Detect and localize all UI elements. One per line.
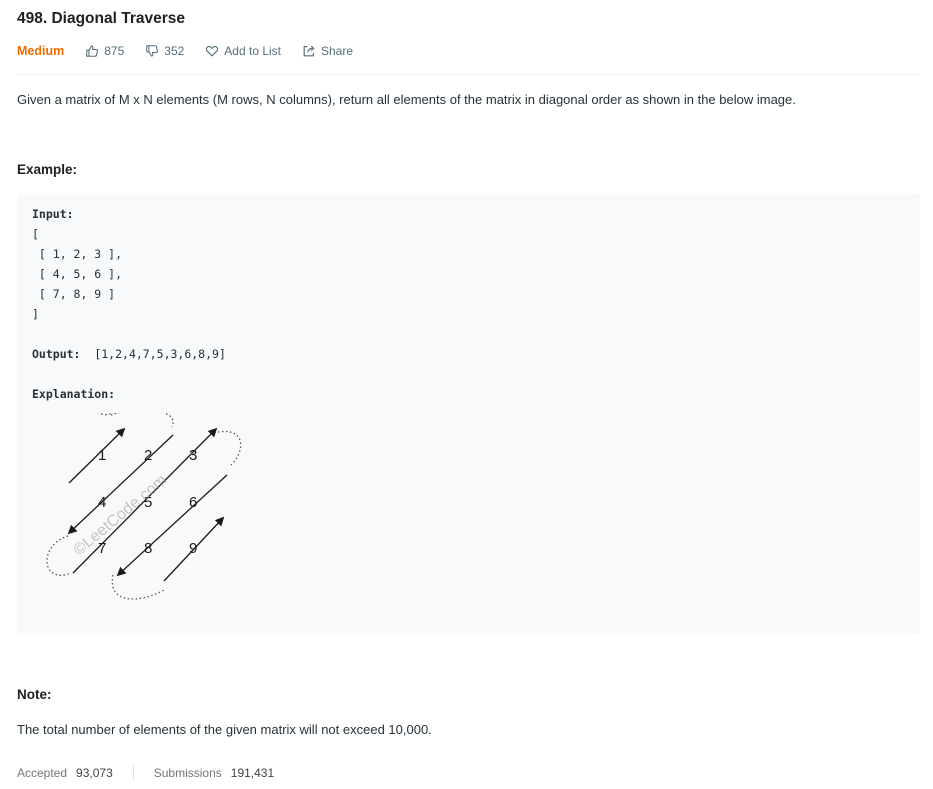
diagonal-traverse-diagram: 1 2 3 4 5 6 7 8 9 ©LeetCode.com	[46, 413, 242, 600]
like-button[interactable]: 875	[85, 44, 124, 58]
example-block: Input: [ [ 1, 2, 3 ], [ 4, 5, 6 ], [ 7, …	[17, 193, 920, 635]
divider	[17, 74, 920, 75]
like-count: 875	[104, 44, 125, 58]
stats-divider	[132, 766, 134, 780]
diagonal-arrow	[116, 474, 228, 577]
input-line: [ 4, 5, 6 ],	[32, 267, 123, 281]
input-line: [	[32, 227, 39, 241]
submission-stats: Accepted 93,073 Submissions 191,431	[17, 766, 274, 780]
dotted-loop	[98, 413, 120, 416]
dotted-loop	[213, 430, 242, 466]
dotted-loop	[110, 413, 174, 428]
heart-icon	[206, 46, 219, 57]
problem-description: Given a matrix of M x N elements (M rows…	[17, 92, 796, 107]
input-line: [ 7, 8, 9 ]	[32, 287, 116, 301]
problem-title: 498. Diagonal Traverse	[17, 10, 186, 27]
dislike-count: 352	[164, 44, 185, 58]
dotted-loop	[46, 535, 72, 576]
submissions-count: 191,431	[230, 766, 275, 780]
dotted-loop	[111, 574, 165, 600]
input-line: ]	[32, 307, 39, 321]
matrix-number: 3	[189, 447, 197, 464]
add-to-list-label: Add to List	[224, 44, 281, 58]
input-line: [ 1, 2, 3 ],	[32, 247, 123, 261]
add-to-list-button[interactable]: Add to List	[205, 44, 281, 58]
matrix-number: 2	[144, 447, 152, 464]
difficulty-badge: Medium	[17, 44, 65, 58]
input-label: Input:	[32, 207, 74, 221]
output-row: Output: [1,2,4,7,5,3,6,8,9]	[32, 347, 226, 361]
accepted-label: Accepted	[17, 766, 68, 780]
note-text: The total number of elements of the give…	[17, 722, 432, 737]
share-label: Share	[321, 44, 354, 58]
share-icon	[303, 45, 315, 57]
problem-meta-bar: Medium 875 352 Add to List Share	[17, 42, 374, 60]
note-heading: Note:	[17, 687, 52, 702]
accepted-count: 93,073	[76, 766, 113, 780]
thumbs-down-icon	[146, 45, 159, 57]
output-value: [1,2,4,7,5,3,6,8,9]	[94, 347, 226, 361]
matrix-number: 9	[189, 540, 197, 557]
explanation-label: Explanation:	[32, 387, 116, 401]
diagonal-arrow	[68, 427, 126, 484]
output-label: Output:	[32, 347, 81, 361]
matrix-number: 6	[189, 494, 197, 511]
thumbs-up-icon	[86, 45, 99, 57]
share-button[interactable]: Share	[302, 44, 353, 58]
matrix-number: 4	[98, 494, 106, 511]
matrix-number: 1	[98, 447, 106, 464]
submissions-label: Submissions	[153, 766, 222, 780]
dislike-button[interactable]: 352	[145, 44, 184, 58]
example-heading: Example:	[17, 162, 78, 177]
matrix-number: 8	[144, 540, 152, 557]
